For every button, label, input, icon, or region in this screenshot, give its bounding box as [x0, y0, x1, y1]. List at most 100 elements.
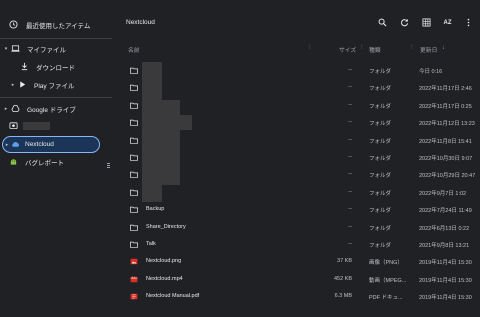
- file-size: --: [348, 240, 352, 247]
- sidebar-item-recent[interactable]: 最近使用したアイテム: [9, 16, 90, 33]
- sidebar-divider: [0, 38, 112, 39]
- file-date: 2022年11月17日 0:25: [419, 103, 472, 110]
- sidebar-item-google-drive[interactable]: ▸ Google ドライブ: [3, 100, 76, 117]
- grid-view-icon: [422, 18, 431, 27]
- folder-icon: [130, 84, 138, 92]
- folder-icon: [130, 241, 138, 248]
- google-drive-icon: [11, 104, 20, 113]
- folder-icon: [130, 137, 138, 144]
- pdf-file-icon: [130, 293, 138, 300]
- expand-down-icon[interactable]: ▾: [3, 46, 9, 52]
- file-date: 2022年6月13日 0:22: [419, 225, 470, 232]
- refresh-icon: [401, 18, 409, 27]
- file-date: 今日 0:16: [419, 69, 443, 75]
- cloud-icon: [11, 140, 20, 149]
- file-size: --: [348, 223, 352, 230]
- file-type: フォルダ: [369, 225, 392, 232]
- file-name: Share_Directory: [146, 223, 186, 230]
- sidebar-divider: [0, 97, 112, 98]
- file-date: 2019年11月4日 15:30: [419, 295, 472, 302]
- file-type: フォルダ: [369, 242, 392, 249]
- refresh-button[interactable]: [399, 17, 410, 28]
- file-date: 2022年11月8日 15:41: [419, 138, 472, 145]
- file-date: 2022年7月24日 11:49: [419, 208, 472, 215]
- sidebar-item-label: マイファイル: [27, 46, 66, 54]
- folder-icon: [130, 189, 138, 196]
- column-header: 名前 ⁞ サイズ ⁞ 種類 ⁞ 更新日 ↓: [112, 40, 480, 57]
- file-row[interactable]: Backup -- フォルダ 2022年7月24日 11:49: [112, 201, 480, 218]
- more-vert-icon: [467, 18, 470, 27]
- sidebar-item-nextcloud[interactable]: ▸ Nextcloud: [2, 136, 100, 153]
- file-name: Talk: [146, 240, 156, 247]
- file-type: 画像（PNG）: [369, 260, 403, 267]
- file-date: 2022年10月29日 20:47: [419, 173, 476, 180]
- file-name: Nextcloud.mp4: [146, 275, 183, 282]
- column-resize-handle[interactable]: ⁞: [411, 45, 412, 51]
- file-type: フォルダ: [369, 190, 392, 197]
- folder-icon: [130, 224, 138, 231]
- sidebar-item-my-files[interactable]: ▾ マイファイル: [3, 40, 66, 57]
- file-row[interactable]: Share_Directory -- フォルダ 2022年6月13日 0:22: [112, 219, 480, 236]
- more-options-button[interactable]: [463, 17, 474, 28]
- file-type: フォルダ: [369, 208, 392, 215]
- file-type: フォルダ: [369, 121, 392, 128]
- search-button[interactable]: [377, 17, 388, 28]
- file-type: PDF ドキュ...: [369, 295, 403, 302]
- column-size[interactable]: サイズ: [339, 45, 356, 54]
- file-size: --: [348, 206, 352, 213]
- column-type[interactable]: 種類: [369, 45, 381, 54]
- file-row[interactable]: -- フォルダ 2022年11月17日 2:46: [112, 79, 480, 96]
- file-date: 2022年10月30日 9:07: [419, 155, 473, 162]
- file-size: --: [348, 84, 352, 91]
- resize-handle[interactable]: [107, 163, 110, 170]
- file-row[interactable]: Talk -- フォルダ 2021年9月8日 13:21: [112, 236, 480, 253]
- file-size: 37 KB: [337, 258, 352, 265]
- sidebar-item-downloads[interactable]: ダウンロード: [20, 58, 75, 75]
- file-type: フォルダ: [369, 173, 392, 180]
- file-name: Nextcloud.png: [146, 258, 182, 265]
- file-type: 動画（MPEG...: [369, 277, 407, 284]
- sidebar-item-label: バグレポート: [25, 159, 64, 167]
- file-size: 6.3 MB: [334, 293, 352, 300]
- play-icon: [18, 80, 27, 89]
- image-file-icon: [130, 258, 138, 265]
- sidebar-item-play-files[interactable]: ▸ Play ファイル: [10, 76, 74, 93]
- column-resize-handle[interactable]: ⁞: [361, 45, 362, 51]
- expand-right-icon[interactable]: ▸: [3, 106, 9, 112]
- column-date[interactable]: 更新日: [420, 45, 437, 54]
- file-size: --: [348, 188, 352, 195]
- file-size: --: [348, 119, 352, 126]
- file-size: --: [348, 136, 352, 143]
- video-file-icon: [130, 276, 138, 283]
- file-row[interactable]: -- フォルダ 今日 0:16: [112, 62, 480, 79]
- laptop-icon: [11, 44, 20, 53]
- file-type: フォルダ: [369, 69, 392, 75]
- file-size: --: [348, 153, 352, 160]
- file-row[interactable]: Nextcloud.mp4 452 KB 動画（MPEG... 2019年11月4日 …: [112, 271, 480, 288]
- main-panel: Nextcloud AZ 名前 ⁞ サイズ ⁞ 種類 ⁞ 更新日 ↓ -- フォル…: [112, 0, 480, 317]
- page-title: Nextcloud: [126, 19, 155, 26]
- file-size: 452 KB: [333, 275, 352, 282]
- sidebar-item-bug-report[interactable]: バグレポート: [9, 153, 64, 170]
- toolbar: Nextcloud AZ: [112, 0, 480, 45]
- folder-icon: [130, 154, 138, 161]
- column-resize-handle[interactable]: ⁞: [309, 45, 310, 51]
- search-icon: [378, 18, 387, 27]
- expand-right-icon[interactable]: ▸: [4, 142, 10, 148]
- file-date: 2022年11月17日 2:46: [419, 86, 472, 93]
- sidebar-item-redacted-drive[interactable]: [9, 117, 50, 134]
- download-icon: [20, 62, 29, 71]
- sidebar: 最近使用したアイテム ▾ マイファイル ダウンロード ▸ Play ファイル ▸…: [0, 0, 112, 317]
- redacted-label: [23, 121, 50, 130]
- expand-right-icon[interactable]: ▸: [10, 82, 16, 88]
- file-row[interactable]: Nextcloud.png 37 KB 画像（PNG） 2019年11月4日 15:3…: [112, 253, 480, 270]
- column-name[interactable]: 名前: [128, 45, 140, 54]
- folder-icon: [130, 67, 138, 74]
- file-row[interactable]: Nextcloud Manual.pdf 6.3 MB PDF ドキュ... 2019…: [112, 288, 480, 305]
- file-date: 2019年11月4日 15:30: [419, 277, 472, 284]
- file-row[interactable]: -- フォルダ 2022年9月7日 1:02: [112, 184, 480, 201]
- grid-view-button[interactable]: [421, 17, 432, 28]
- sort-button[interactable]: AZ: [442, 17, 453, 28]
- file-date: 2022年9月7日 1:02: [419, 190, 467, 197]
- file-type: フォルダ: [369, 155, 392, 162]
